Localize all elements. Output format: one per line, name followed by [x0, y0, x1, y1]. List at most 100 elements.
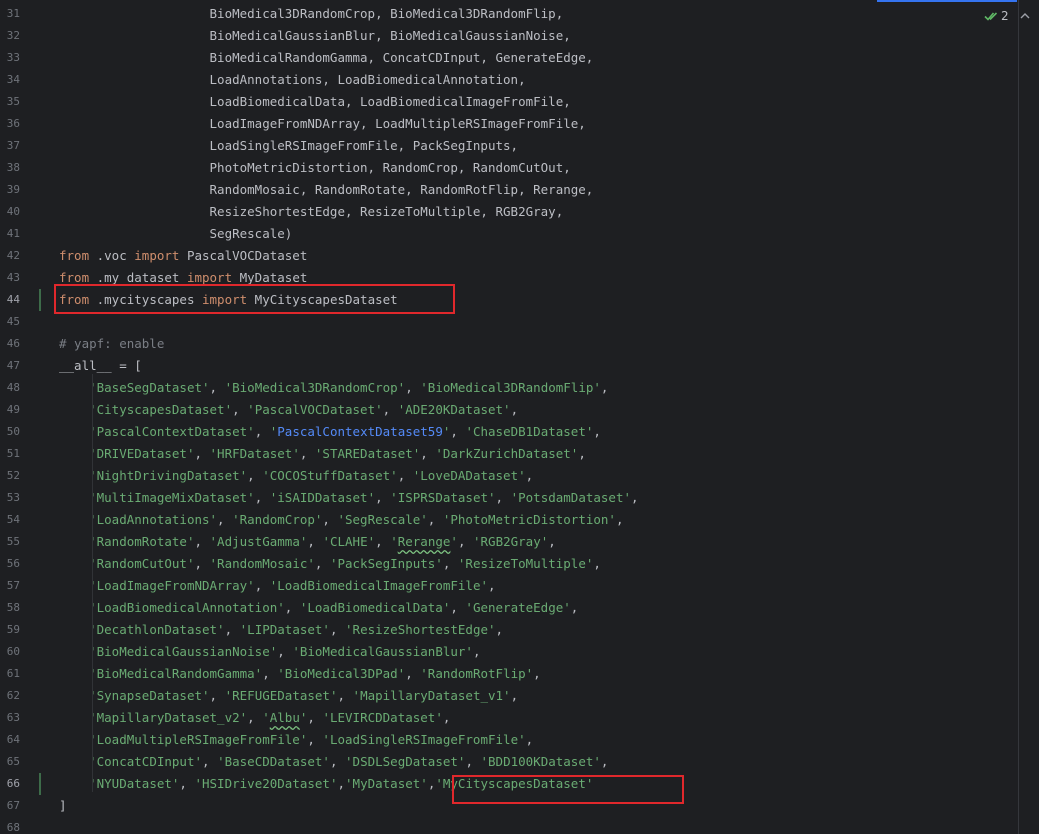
line-number[interactable]: 31 [0, 3, 20, 25]
code-line[interactable]: 'SynapseDataset', 'REFUGEDataset', 'Mapi… [59, 685, 518, 707]
code-token: , [232, 402, 248, 417]
code-token: , [217, 512, 233, 527]
code-token: 'RandomCrop' [232, 512, 323, 527]
code-line[interactable]: PhotoMetricDistortion, RandomCrop, Rando… [59, 157, 571, 179]
line-number[interactable]: 34 [0, 69, 20, 91]
line-number[interactable]: 65 [0, 751, 20, 773]
line-number[interactable]: 64 [0, 729, 20, 751]
line-number[interactable]: 42 [0, 245, 20, 267]
code-line[interactable]: SegRescale) [59, 223, 293, 245]
line-number[interactable]: 37 [0, 135, 20, 157]
line-number[interactable]: 43 [0, 267, 20, 289]
code-token: , [254, 490, 270, 505]
code-line[interactable]: LoadImageFromNDArray, LoadMultipleRSImag… [59, 113, 586, 135]
code-line[interactable]: BioMedical3DRandomCrop, BioMedical3DRand… [59, 3, 564, 25]
code-line[interactable]: LoadSingleRSImageFromFile, PackSegInputs… [59, 135, 519, 157]
line-number[interactable]: 53 [0, 487, 20, 509]
line-number[interactable]: 68 [0, 817, 20, 834]
code-line[interactable]: 'BioMedicalGaussianNoise', 'BioMedicalGa… [59, 641, 480, 663]
code-line[interactable]: 'ConcatCDInput', 'BaseCDDataset', 'DSDLS… [59, 751, 608, 773]
vertical-scrollbar[interactable] [1026, 0, 1039, 834]
line-number[interactable]: 57 [0, 575, 20, 597]
line-number[interactable]: 54 [0, 509, 20, 531]
line-number[interactable]: 59 [0, 619, 20, 641]
line-number[interactable]: 45 [0, 311, 20, 333]
code-line[interactable]: LoadBiomedicalData, LoadBiomedicalImageF… [59, 91, 571, 113]
line-number[interactable]: 56 [0, 553, 20, 575]
code-token: 'BioMedicalGaussianNoise' [89, 644, 278, 659]
code-token: 'BioMedical3DRandomCrop' [224, 380, 406, 395]
code-token: , [548, 534, 556, 549]
double-check-icon [984, 12, 998, 21]
code-token: ResizeShortestEdge, ResizeToMultiple, RG… [59, 204, 564, 219]
line-number[interactable]: 36 [0, 113, 20, 135]
code-line[interactable]: __all__ = [ [59, 355, 142, 377]
line-number[interactable]: 44 [0, 289, 20, 311]
line-number[interactable]: 61 [0, 663, 20, 685]
line-number[interactable]: 50 [0, 421, 20, 443]
code-line[interactable]: ResizeShortestEdge, ResizeToMultiple, RG… [59, 201, 564, 223]
code-line[interactable]: BioMedicalRandomGamma, ConcatCDInput, Ge… [59, 47, 594, 69]
code-line[interactable]: ] [59, 795, 67, 817]
code-line[interactable]: 'CityscapesDataset', 'PascalVOCDataset',… [59, 399, 518, 421]
code-line[interactable]: 'MultiImageMixDataset', 'iSAIDDataset', … [59, 487, 638, 509]
line-number[interactable]: 35 [0, 91, 20, 113]
line-number[interactable]: 48 [0, 377, 20, 399]
line-number[interactable]: 41 [0, 223, 20, 245]
code-line[interactable]: 'RandomCutOut', 'RandomMosaic', 'PackSeg… [59, 553, 601, 575]
line-number[interactable]: 67 [0, 795, 20, 817]
line-number[interactable]: 51 [0, 443, 20, 465]
code-line[interactable]: 'BaseSegDataset', 'BioMedical3DRandomCro… [59, 377, 608, 399]
code-line[interactable]: 'NightDrivingDataset', 'COCOStuffDataset… [59, 465, 533, 487]
code-line[interactable]: RandomMosaic, RandomRotate, RandomRotFli… [59, 179, 594, 201]
line-number[interactable]: 39 [0, 179, 20, 201]
code-line[interactable]: 'LoadBiomedicalAnnotation', 'LoadBiomedi… [59, 597, 578, 619]
code-token: 'MapillaryDataset_v1' [352, 688, 511, 703]
code-line[interactable]: 'LoadMultipleRSImageFromFile', 'LoadSing… [59, 729, 533, 751]
code-line[interactable]: # yapf: enable [59, 333, 164, 355]
line-number[interactable]: 60 [0, 641, 20, 663]
code-line[interactable]: 'LoadAnnotations', 'RandomCrop', 'SegRes… [59, 509, 623, 531]
line-number[interactable]: 46 [0, 333, 20, 355]
line-number[interactable]: 58 [0, 597, 20, 619]
line-number[interactable]: 47 [0, 355, 20, 377]
code-token: MyDataset [232, 270, 308, 285]
code-token: from [59, 270, 90, 285]
code-line[interactable]: 'PascalContextDataset', 'PascalContextDa… [59, 421, 601, 443]
vcs-change-marker[interactable] [39, 289, 41, 311]
line-number[interactable]: 38 [0, 157, 20, 179]
line-number[interactable]: 63 [0, 707, 20, 729]
inspection-widget[interactable]: 2 [984, 6, 1031, 26]
code-token: LoadAnnotations, LoadBiomedicalAnnotatio… [59, 72, 526, 87]
code-line[interactable]: 'DecathlonDataset', 'LIPDataset', 'Resiz… [59, 619, 503, 641]
code-line[interactable]: 'RandomRotate', 'AdjustGamma', 'CLAHE', … [59, 531, 556, 553]
line-number[interactable]: 40 [0, 201, 20, 223]
code-line[interactable]: 'MapillaryDataset_v2', 'Albu', 'LEVIRCDD… [59, 707, 450, 729]
code-line[interactable]: 'LoadImageFromNDArray', 'LoadBiomedicalI… [59, 575, 495, 597]
vcs-change-marker[interactable] [39, 773, 41, 795]
code-token: , [570, 600, 579, 615]
code-token: 'SegRescale' [337, 512, 428, 527]
line-number[interactable]: 49 [0, 399, 20, 421]
code-editor[interactable]: 31 32 33 34 35 36 37 38 39 40 41 42 43 44 45 46 47 48 49 50… [0, 0, 1039, 834]
line-number[interactable]: 33 [0, 47, 20, 69]
code-line[interactable]: LoadAnnotations, LoadBiomedicalAnnotatio… [59, 69, 526, 91]
code-line[interactable]: from .voc import PascalVOCDataset [59, 245, 307, 267]
line-number[interactable]: 55 [0, 531, 20, 553]
code-token: ' [262, 710, 270, 725]
code-token: 'PascalContextDataset' [89, 424, 255, 439]
line-number[interactable]: 66 [0, 773, 20, 795]
code-token: 'ChaseDB1Dataset' [465, 424, 594, 439]
code-line[interactable]: 'BioMedicalRandomGamma', 'BioMedical3DPa… [59, 663, 541, 685]
chevron-up-icon[interactable] [1019, 10, 1031, 22]
line-number-gutter[interactable]: 31 32 33 34 35 36 37 38 39 40 41 42 43 44 45 46 47 48 49 50… [0, 0, 44, 834]
line-number[interactable]: 32 [0, 25, 20, 47]
code-token: ' [450, 534, 458, 549]
line-number[interactable]: 62 [0, 685, 20, 707]
code-line[interactable]: BioMedicalGaussianBlur, BioMedicalGaussi… [59, 25, 571, 47]
line-number[interactable]: 52 [0, 465, 20, 487]
code-token: , [337, 776, 346, 791]
code-line[interactable]: 'DRIVEDataset', 'HRFDataset', 'STAREData… [59, 443, 586, 465]
